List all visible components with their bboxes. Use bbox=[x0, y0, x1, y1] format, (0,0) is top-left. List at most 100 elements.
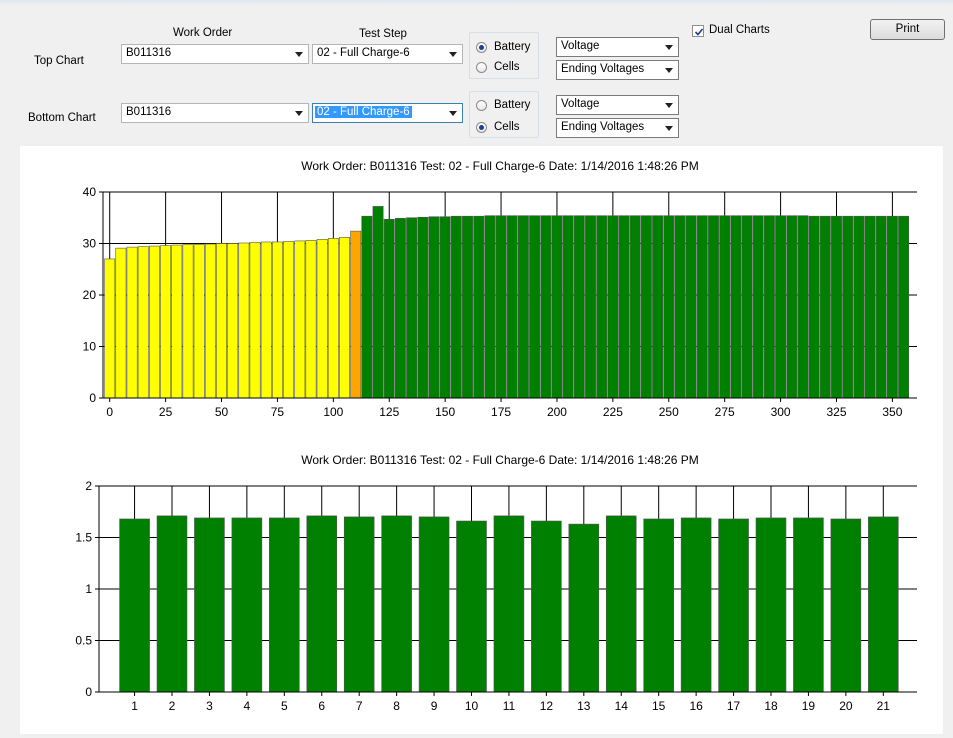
bottom-bar bbox=[381, 515, 412, 693]
top-y-tick-label: 0 bbox=[89, 391, 96, 405]
radio-unselected-icon bbox=[476, 100, 487, 111]
top-bar bbox=[652, 215, 664, 399]
bottom-test-step-value: 02 - Full Charge-6 bbox=[315, 106, 412, 118]
bottom-bar bbox=[793, 517, 824, 693]
bottom-x-tick-label: 7 bbox=[356, 699, 363, 713]
top-bar bbox=[238, 242, 250, 399]
top-x-tick-label: 325 bbox=[826, 405, 846, 419]
bottom-x-tick-label: 17 bbox=[727, 699, 741, 713]
bottom-measure-value: Voltage bbox=[561, 98, 600, 110]
top-bar bbox=[540, 215, 552, 399]
top-bar bbox=[551, 215, 563, 399]
top-x-tick-label: 50 bbox=[215, 405, 229, 419]
top-bar bbox=[607, 215, 619, 399]
top-bar bbox=[462, 215, 473, 399]
bottom-y-tick-label: 0 bbox=[85, 685, 92, 699]
top-x-tick-label: 100 bbox=[323, 405, 343, 419]
bottom-x-tick-label: 20 bbox=[839, 699, 853, 713]
top-bar bbox=[484, 215, 496, 399]
top-bar bbox=[763, 215, 775, 399]
top-bar bbox=[361, 215, 373, 399]
chevron-down-icon bbox=[295, 111, 303, 116]
chevron-down-icon bbox=[665, 45, 673, 50]
top-view-select[interactable]: Ending Voltages bbox=[556, 60, 679, 80]
top-bar bbox=[171, 244, 183, 399]
top-bar bbox=[406, 217, 418, 399]
bottom-bar bbox=[194, 517, 225, 693]
top-y-tick-label: 30 bbox=[83, 237, 97, 251]
test-step-header: Test Step bbox=[359, 28, 407, 40]
radio-selected-icon bbox=[476, 122, 487, 133]
bottom-x-tick-label: 5 bbox=[281, 699, 288, 713]
top-bar bbox=[562, 215, 574, 399]
bottom-x-tick-label: 2 bbox=[169, 699, 176, 713]
top-test-step-select[interactable]: 02 - Full Charge-6 bbox=[312, 44, 463, 64]
bottom-bar bbox=[568, 523, 600, 693]
top-x-tick-label: 350 bbox=[882, 405, 902, 419]
top-bar bbox=[808, 215, 820, 399]
bottom-x-tick-label: 4 bbox=[244, 699, 251, 713]
bottom-view-select[interactable]: Ending Voltages bbox=[556, 118, 679, 138]
top-bar bbox=[719, 215, 731, 399]
bottom-x-tick-label: 18 bbox=[764, 699, 778, 713]
top-bar bbox=[216, 243, 227, 399]
top-view-value: Ending Voltages bbox=[561, 63, 645, 75]
top-bar bbox=[685, 215, 697, 399]
top-battery-radio-label: Battery bbox=[494, 41, 531, 53]
bottom-test-step-select[interactable]: 02 - Full Charge-6 bbox=[312, 103, 463, 123]
top-x-tick-label: 150 bbox=[435, 405, 455, 419]
checkbox-checked-icon bbox=[692, 25, 704, 37]
chevron-down-icon bbox=[295, 52, 303, 57]
chevron-down-icon bbox=[665, 68, 673, 73]
bottom-y-tick-label: 2 bbox=[85, 479, 92, 493]
top-bar bbox=[439, 216, 451, 399]
top-test-step-value: 02 - Full Charge-6 bbox=[317, 47, 410, 59]
top-bar bbox=[506, 215, 518, 399]
bottom-measure-select[interactable]: Voltage bbox=[556, 95, 679, 115]
bottom-bar bbox=[418, 516, 450, 693]
top-y-tick-label: 10 bbox=[83, 340, 97, 354]
top-x-tick-label: 175 bbox=[491, 405, 511, 419]
window-top-edge bbox=[0, 0, 953, 6]
top-bar bbox=[696, 215, 708, 399]
bottom-x-tick-label: 6 bbox=[318, 699, 325, 713]
top-chart-label: Top Chart bbox=[34, 55, 84, 67]
top-bar bbox=[160, 245, 172, 399]
top-bar bbox=[517, 215, 529, 399]
top-bar bbox=[886, 215, 898, 399]
top-measure-select[interactable]: Voltage bbox=[556, 37, 679, 57]
bottom-x-tick-label: 11 bbox=[503, 699, 516, 713]
top-bar bbox=[249, 242, 261, 399]
top-bar bbox=[428, 216, 440, 399]
top-y-tick-label: 20 bbox=[83, 288, 97, 302]
bottom-bar bbox=[306, 515, 338, 693]
chevron-down-icon bbox=[665, 103, 673, 108]
print-button[interactable]: Print bbox=[870, 19, 945, 40]
top-bar bbox=[741, 215, 753, 399]
top-work-order-select[interactable]: B011316 bbox=[121, 44, 309, 64]
top-measure-value: Voltage bbox=[561, 40, 600, 52]
bottom-x-tick-label: 1 bbox=[131, 699, 138, 713]
top-bar bbox=[573, 215, 585, 399]
top-bar bbox=[204, 243, 216, 399]
top-x-tick-label: 125 bbox=[379, 405, 399, 419]
top-bar bbox=[730, 215, 742, 399]
top-bar bbox=[260, 241, 272, 399]
top-bar bbox=[350, 230, 362, 399]
bottom-x-tick-label: 12 bbox=[540, 699, 554, 713]
bottom-bar bbox=[343, 516, 375, 693]
top-x-tick-label: 75 bbox=[271, 405, 285, 419]
top-work-order-value: B011316 bbox=[126, 47, 172, 59]
top-x-tick-label: 25 bbox=[159, 405, 173, 419]
bottom-x-tick-label: 3 bbox=[206, 699, 213, 713]
top-bar bbox=[417, 216, 429, 399]
top-bar bbox=[182, 244, 194, 399]
bottom-bar bbox=[830, 518, 862, 693]
bottom-x-tick-label: 14 bbox=[615, 699, 629, 713]
top-bar bbox=[853, 215, 865, 399]
bottom-x-tick-label: 21 bbox=[877, 699, 891, 713]
top-x-tick-label: 300 bbox=[771, 405, 791, 419]
bottom-work-order-select[interactable]: B011316 bbox=[121, 103, 309, 123]
top-bar bbox=[618, 215, 630, 399]
chevron-down-icon bbox=[449, 111, 457, 116]
